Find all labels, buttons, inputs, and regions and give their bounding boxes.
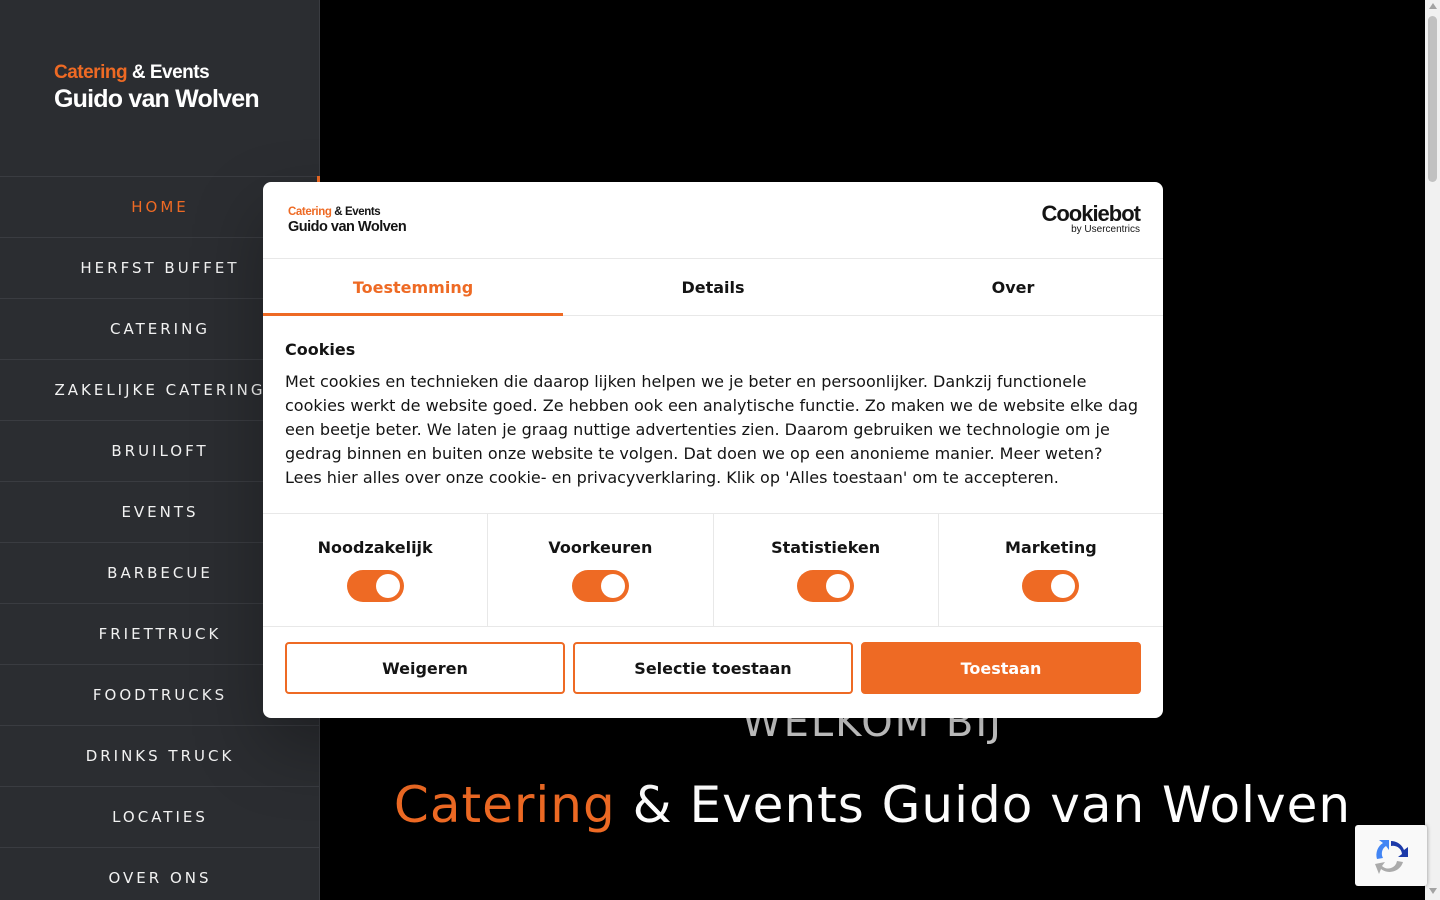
dialog-tabs: Toestemming Details Over bbox=[263, 259, 1163, 316]
scroll-up-icon[interactable] bbox=[1429, 3, 1437, 9]
toggle-label-marketing: Marketing bbox=[1005, 538, 1097, 557]
dialog-text: Met cookies en technieken die daarop lij… bbox=[285, 372, 1139, 487]
dialog-buttons: Weigeren Selectie toestaan Toestaan bbox=[263, 627, 1163, 694]
toggle-label-statistieken: Statistieken bbox=[771, 538, 881, 557]
dialog-heading: Cookies bbox=[285, 340, 356, 359]
logo-line-2: Guido van Wolven bbox=[54, 85, 260, 113]
toggle-group-noodzakelijk: Noodzakelijk bbox=[263, 514, 489, 626]
dialog-header: Catering & Events Guido van Wolven Cooki… bbox=[263, 182, 1163, 259]
dialog-logo-line-1: Catering & Events bbox=[288, 206, 381, 218]
toggle-switch-marketing[interactable] bbox=[1022, 570, 1080, 602]
dialog-body: Cookies Met cookies en technieken die da… bbox=[263, 316, 1163, 513]
site-logo[interactable]: Catering & Events Guido van Wolven bbox=[54, 62, 274, 114]
toggle-label-noodzakelijk: Noodzakelijk bbox=[317, 538, 433, 557]
toggle-label-voorkeuren: Voorkeuren bbox=[548, 538, 653, 557]
page-scrollbar[interactable] bbox=[1425, 0, 1440, 900]
nav-item-locaties[interactable]: LOCATIES bbox=[0, 786, 320, 847]
toggle-group-statistieken: Statistieken bbox=[714, 514, 939, 626]
hero-title: Catering & Events Guido van Wolven bbox=[393, 776, 1352, 834]
nav-item-over-ons[interactable]: OVER ONS bbox=[0, 847, 320, 900]
dialog-site-logo: Catering & Events Guido van Wolven bbox=[288, 206, 407, 236]
tab-over[interactable]: Over bbox=[863, 259, 1163, 315]
scroll-down-icon[interactable] bbox=[1429, 888, 1437, 894]
allow-selection-button[interactable]: Selectie toestaan bbox=[573, 642, 853, 694]
toggle-switch-noodzakelijk[interactable] bbox=[346, 570, 404, 602]
dialog-logo-line-2: Guido van Wolven bbox=[288, 219, 407, 235]
scroll-thumb[interactable] bbox=[1428, 16, 1437, 182]
cookiebot-name: Cookiebot bbox=[1041, 201, 1141, 226]
toggle-group-marketing: Marketing bbox=[939, 514, 1163, 626]
tab-toestemming[interactable]: Toestemming bbox=[263, 259, 563, 316]
recaptcha-badge[interactable] bbox=[1355, 825, 1427, 886]
toggle-group-voorkeuren: Voorkeuren bbox=[488, 514, 714, 626]
tab-details[interactable]: Details bbox=[563, 259, 863, 315]
logo-line-1: Catering & Events bbox=[54, 62, 210, 83]
consent-toggles: Noodzakelijk Voorkeuren Statistieken Mar… bbox=[263, 513, 1163, 627]
recaptcha-icon bbox=[1375, 840, 1408, 874]
nav-item-drinks-truck[interactable]: DRINKS TRUCK bbox=[0, 725, 320, 786]
cookie-consent-dialog: Catering & Events Guido van Wolven Cooki… bbox=[263, 182, 1163, 718]
toggle-switch-voorkeuren[interactable] bbox=[571, 570, 629, 602]
deny-button[interactable]: Weigeren bbox=[285, 642, 565, 694]
toggle-switch-statistieken[interactable] bbox=[797, 570, 855, 602]
allow-all-button[interactable]: Toestaan bbox=[861, 642, 1141, 694]
cookiebot-logo[interactable]: Cookiebot by Usercentrics bbox=[1041, 201, 1141, 236]
